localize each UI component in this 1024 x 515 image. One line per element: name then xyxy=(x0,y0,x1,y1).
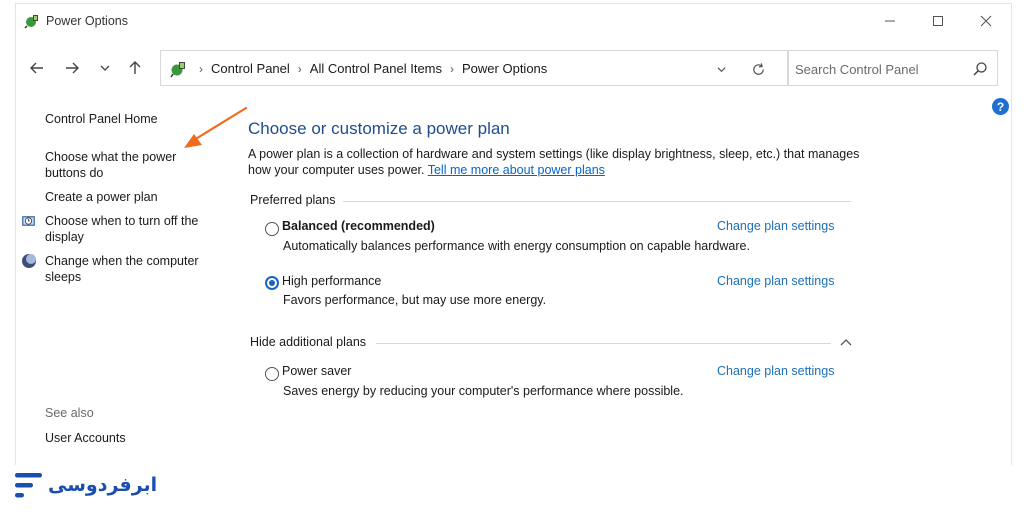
arrow-up-icon xyxy=(129,61,141,74)
plan-high-performance-description: Favors performance, but may use more ene… xyxy=(283,293,547,307)
breadcrumb-power-options[interactable]: Power Options xyxy=(462,61,547,76)
chevron-up-icon[interactable] xyxy=(839,336,853,350)
refresh-button[interactable] xyxy=(749,60,767,78)
maximize-icon xyxy=(933,16,943,26)
sidebar-link-user-accounts[interactable]: User Accounts xyxy=(45,430,126,446)
plan-balanced-name[interactable]: Balanced (recommended) xyxy=(282,219,435,233)
search-icon[interactable] xyxy=(972,61,988,77)
window-title: Power Options xyxy=(46,14,128,28)
page-description: A power plan is a collection of hardware… xyxy=(248,146,868,178)
plan-high-performance-name[interactable]: High performance xyxy=(282,274,381,288)
breadcrumb-control-panel[interactable]: Control Panel xyxy=(211,61,290,76)
search-input[interactable] xyxy=(795,59,965,79)
display-clock-icon xyxy=(22,216,35,226)
arrow-left-icon xyxy=(30,62,43,74)
breadcrumb: › Control Panel › All Control Panel Item… xyxy=(191,61,547,76)
maximize-button[interactable] xyxy=(915,4,961,38)
sidebar-link-power-buttons[interactable]: Choose what the power buttons do xyxy=(45,149,185,181)
minimize-button[interactable] xyxy=(867,4,913,38)
brand-logo-icon xyxy=(15,473,42,498)
refresh-icon xyxy=(752,62,764,75)
divider xyxy=(376,343,831,344)
forward-button[interactable] xyxy=(59,56,85,80)
plan-power-saver-radio[interactable] xyxy=(265,367,279,381)
chevron-down-icon xyxy=(100,65,110,71)
brand-name: ابرفردوسی xyxy=(48,474,158,496)
recent-locations-button[interactable] xyxy=(92,56,118,80)
page-title: Choose or customize a power plan xyxy=(248,119,510,138)
plan-high-performance-settings-link[interactable]: Change plan settings xyxy=(717,274,834,288)
sidebar-link-turn-off-display[interactable]: Choose when to turn off the display xyxy=(45,213,215,245)
plan-balanced-radio[interactable] xyxy=(265,222,279,236)
plan-power-saver-settings-link[interactable]: Change plan settings xyxy=(717,364,834,378)
chevron-down-icon xyxy=(716,66,726,72)
learn-more-link[interactable]: Tell me more about power plans xyxy=(428,163,605,177)
preferred-plans-title: Preferred plans xyxy=(250,193,336,207)
plan-power-saver-description: Saves energy by reducing your computer's… xyxy=(283,384,684,398)
close-icon xyxy=(980,15,992,27)
breadcrumb-separator-icon: › xyxy=(199,61,203,76)
plan-high-performance-radio[interactable] xyxy=(265,276,279,290)
minimize-icon xyxy=(885,20,895,22)
address-bar[interactable]: › Control Panel › All Control Panel Item… xyxy=(160,50,788,86)
breadcrumb-all-items[interactable]: All Control Panel Items xyxy=(310,61,442,76)
arrow-right-icon xyxy=(66,62,79,74)
breadcrumb-separator-icon: › xyxy=(297,61,302,76)
address-dropdown-button[interactable] xyxy=(713,61,729,77)
annotation-arrow-icon xyxy=(184,106,248,148)
plan-power-saver-name[interactable]: Power saver xyxy=(282,364,351,378)
sidebar-link-computer-sleeps[interactable]: Change when the computer sleeps xyxy=(45,253,215,285)
sidebar-link-control-panel-home[interactable]: Control Panel Home xyxy=(45,111,158,127)
hide-additional-plans-title[interactable]: Hide additional plans xyxy=(250,335,366,349)
breadcrumb-separator-icon: › xyxy=(450,61,455,76)
power-options-app-icon xyxy=(24,15,38,29)
up-button[interactable] xyxy=(122,56,148,80)
sidebar-link-create-plan[interactable]: Create a power plan xyxy=(45,189,158,205)
close-button[interactable] xyxy=(963,4,1009,38)
see-also-label: See also xyxy=(45,406,94,420)
power-options-window: Power Options › Control Panel › All Cont… xyxy=(15,3,1012,465)
help-button[interactable]: ? xyxy=(992,98,1009,115)
search-box[interactable] xyxy=(788,50,998,86)
plan-balanced-description: Automatically balances performance with … xyxy=(283,239,750,253)
sleep-moon-icon xyxy=(22,254,36,268)
title-bar: Power Options xyxy=(16,4,1011,38)
plan-balanced-settings-link[interactable]: Change plan settings xyxy=(717,219,834,233)
control-panel-icon xyxy=(170,62,185,78)
divider xyxy=(343,201,851,202)
back-button[interactable] xyxy=(24,56,50,80)
